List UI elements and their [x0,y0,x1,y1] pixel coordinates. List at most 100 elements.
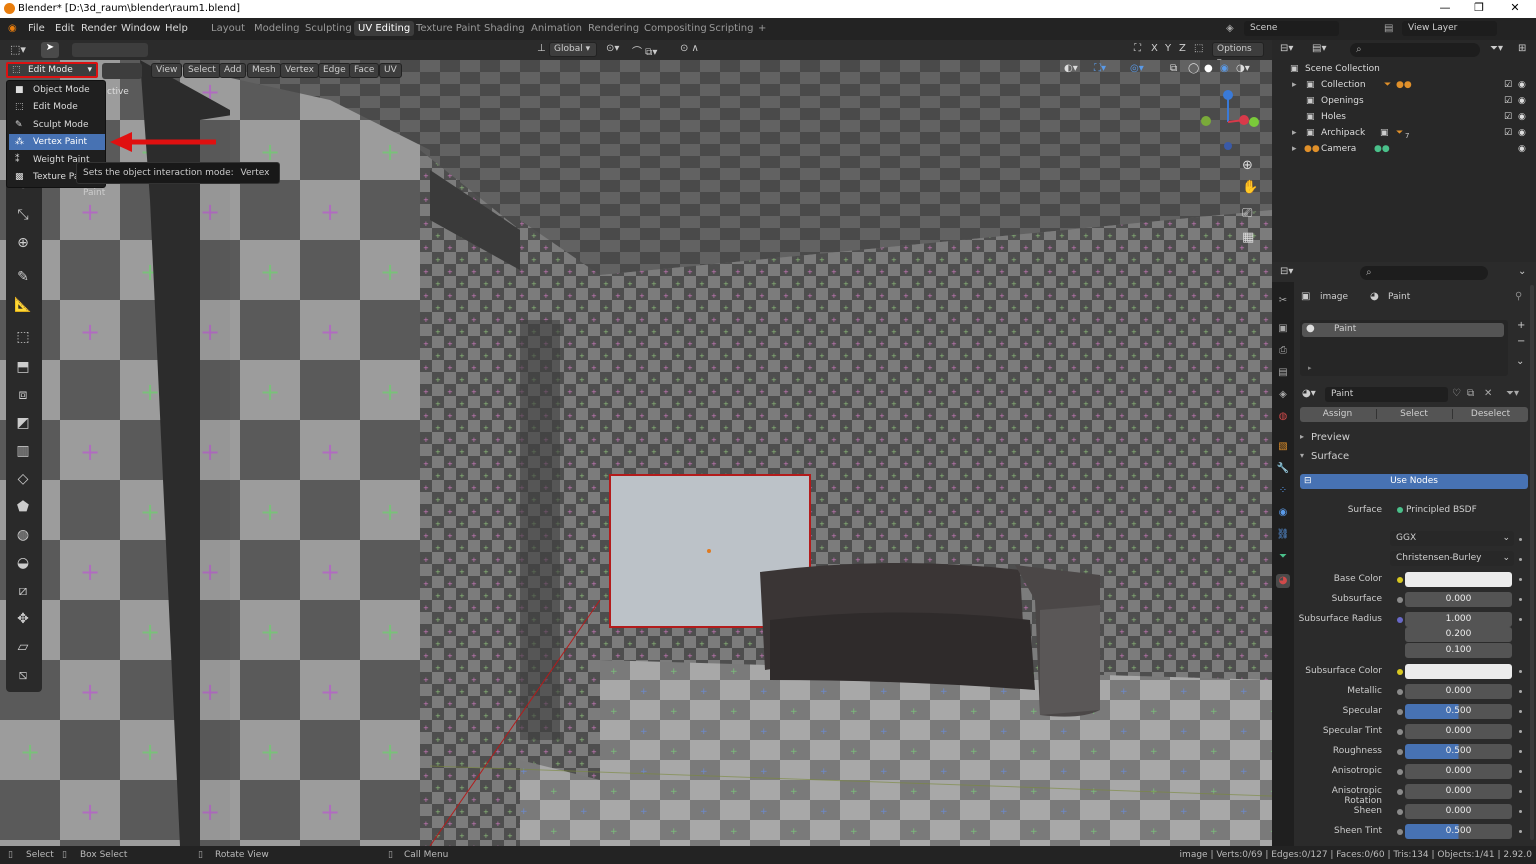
outliner-row-collection[interactable]: ▸ ▣ Collection ⏷ ●● ☑ ◉ [1272,77,1536,93]
gizmo-icon[interactable]: ⛶▾ [1094,63,1106,74]
display-mode-icon[interactable]: ▤▾ [1312,43,1326,54]
base-color-field[interactable] [1405,572,1512,587]
use-nodes-button[interactable]: ⊟ Use Nodes [1300,474,1528,489]
menu-face[interactable]: Face [349,63,380,78]
menu-edit[interactable]: Edit [55,23,74,34]
radius-3-field[interactable]: 0.200 [1405,627,1512,642]
mirror-y[interactable]: Y [1165,43,1171,54]
keyframe-dot-icon[interactable] [1519,750,1522,753]
keyframe-dot-icon[interactable] [1519,598,1522,601]
spin-tool-icon[interactable]: ◍ [12,524,34,546]
checkbox-icon[interactable]: ☑ [1504,93,1512,109]
tab-animation[interactable]: Animation [531,23,582,34]
keyframe-dot-icon[interactable] [1519,538,1522,541]
specular-tint-field[interactable]: 0.000 [1405,724,1512,739]
keyframe-dot-icon[interactable] [1519,830,1522,833]
options-dropdown[interactable]: Options ▾ [1212,42,1264,67]
menu-view[interactable]: View [151,63,183,78]
chevron-down-icon[interactable]: ⌄ [1518,266,1526,277]
particles-tab-icon[interactable]: ⁘ [1276,484,1290,498]
blender-menu-icon[interactable]: ◉ [8,23,17,34]
subsurface-field[interactable]: 0.000 [1405,592,1512,607]
outliner-row-archipack[interactable]: ▸ ▣ Archipack ▣ ⏷ 7 ☑ ◉ [1272,125,1536,141]
keyframe-dot-icon[interactable] [1519,790,1522,793]
menu-render[interactable]: Render [81,23,117,34]
checkbox-icon[interactable]: ☑ [1504,125,1512,141]
properties-editor-icon[interactable]: ⊟▾ [1280,266,1293,277]
zoom-icon[interactable]: ⊕ [1242,158,1253,173]
outliner-row-scene-collection[interactable]: ▣ Scene Collection [1272,61,1536,77]
scene-selector[interactable]: Scene [1244,21,1339,36]
select-button[interactable]: Select [1376,409,1451,419]
minimize-button[interactable]: — [1430,1,1460,14]
add-cube-tool-icon[interactable]: ⬚ [12,326,34,348]
tab-rendering[interactable]: Rendering [588,23,639,34]
wireframe-shading-icon[interactable]: ◯ [1188,63,1199,74]
duplicate-material-icon[interactable]: ⧉ [1467,388,1474,399]
eye-icon[interactable]: ◉ [1518,109,1526,125]
close-button[interactable]: ✕ [1500,1,1530,14]
perspective-grid-icon[interactable]: ▦ [1242,230,1254,245]
subsurface-method-dropdown[interactable]: Christensen-Burley ⌄ [1390,551,1514,566]
properties-search-input[interactable]: ⌕ [1360,266,1488,280]
edge-slide-tool-icon[interactable]: ⧄ [12,580,34,602]
specular-field[interactable]: 0.500 [1405,704,1512,719]
transform-tool-icon[interactable]: ⊕ [12,232,34,254]
camera-view-icon[interactable]: ⎚ [1242,206,1252,221]
add-slot-button[interactable]: + [1517,320,1525,331]
expand-arrow-icon[interactable]: ▸ [1292,141,1297,157]
proportional-edit-icon[interactable]: ⊙ ∧ [680,43,699,54]
mirror-z[interactable]: Z [1179,43,1186,54]
eye-icon[interactable]: ◉ [1518,77,1526,93]
select-mode-toggle[interactable] [102,63,142,79]
pan-hand-icon[interactable]: ✋ [1242,180,1258,195]
tab-scripting[interactable]: Scripting [709,23,753,34]
xray-icon[interactable]: ⧉ [1170,63,1177,74]
preview-panel-header[interactable]: ▸ Preview [1296,432,1530,446]
tab-texture-paint[interactable]: Texture Paint [416,23,481,34]
transform-orientation-dropdown[interactable]: Global ▾ [549,42,597,57]
menu-edge[interactable]: Edge [318,63,351,78]
bevel-tool-icon[interactable]: ◩ [12,412,34,434]
editor-type-icon[interactable]: ⬚▾ [10,43,26,56]
world-tab-icon[interactable]: ◍ [1276,410,1290,424]
rendered-shading-icon[interactable]: ◑▾ [1236,63,1250,74]
keyframe-dot-icon[interactable] [1519,618,1522,621]
physics-tab-icon[interactable]: ◉ [1276,506,1290,520]
outliner-row-camera[interactable]: ▸ ●● Camera ●● ◉ [1272,141,1536,157]
checkbox-icon[interactable]: ☑ [1504,77,1512,93]
mode-item-vertex-paint[interactable]: ⁂ Vertex Paint [9,134,105,150]
tab-sculpting[interactable]: Sculpting [305,23,352,34]
shear-tool-icon[interactable]: ▱ [12,636,34,658]
roughness-field[interactable]: 0.500 [1405,744,1512,759]
select-tool-icon[interactable]: ➤ [41,42,59,58]
slot-specials-icon[interactable]: ⌄ [1516,356,1524,367]
mirror-x[interactable]: X [1151,43,1158,54]
menu-select[interactable]: Select [183,63,221,78]
constraints-tab-icon[interactable]: ⛓ [1276,528,1290,542]
tool-tab-icon[interactable]: ✂ [1276,294,1290,308]
annotate-tool-icon[interactable]: ✎ [12,266,34,288]
menu-file[interactable]: File [28,23,45,34]
eye-icon[interactable]: ◉ [1518,141,1526,157]
anisotropic-field[interactable]: 0.000 [1405,764,1512,779]
surface-panel-header[interactable]: ▾ Surface [1296,451,1530,465]
outliner-row-holes[interactable]: ▣ Holes ☑ ◉ [1272,109,1536,125]
select-mode-buttons[interactable] [72,43,148,57]
tab-layout[interactable]: Layout [211,23,245,34]
pivot-icon[interactable]: ⊙▾ [606,43,619,54]
view-layer-tab-icon[interactable]: ▤ [1276,366,1290,380]
material-tab-icon[interactable]: ◕ [1276,574,1290,588]
knife-tool-icon[interactable]: ◇ [12,468,34,490]
remove-slot-button[interactable]: − [1517,336,1525,347]
deselect-button[interactable]: Deselect [1452,409,1528,419]
assign-button[interactable]: Assign [1300,409,1375,419]
viewport-shading-controls[interactable]: ◐▾ ⛶▾ ◎▾ ⧉ ◯ ● ◉ ◑▾ [1064,63,1264,79]
keyframe-dot-icon[interactable] [1519,770,1522,773]
extrude-tool-icon[interactable]: ⬒ [12,356,34,378]
modifier-tab-icon[interactable]: 🔧 [1276,462,1290,476]
expand-arrow-icon[interactable]: ▸ [1292,77,1297,93]
menu-uv[interactable]: UV [379,63,402,78]
loop-cut-tool-icon[interactable]: ▥ [12,440,34,462]
overlay-icon[interactable]: ◎▾ [1130,63,1144,74]
